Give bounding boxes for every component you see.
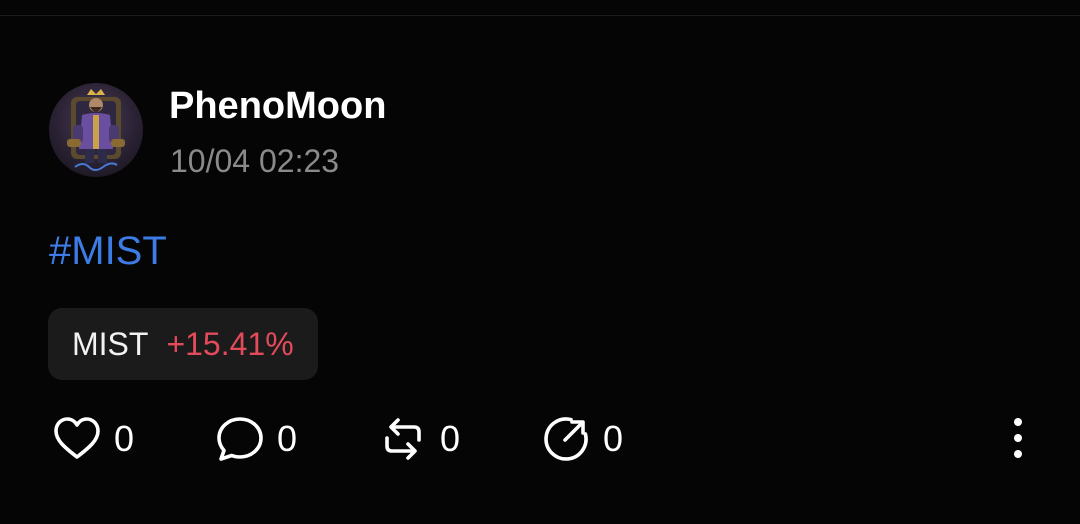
post-timestamp: 10/04 02:23	[170, 143, 340, 179]
more-options-button[interactable]	[1004, 414, 1032, 462]
like-count: 0	[114, 418, 135, 459]
repost-icon	[385, 418, 421, 460]
like-button[interactable]: 0	[52, 414, 134, 464]
heart-icon	[54, 417, 100, 459]
ticker-chip[interactable]: MIST +15.41%	[48, 308, 318, 380]
hashtag-link[interactable]: #MIST	[49, 228, 167, 274]
ticker-symbol: MIST	[72, 325, 149, 362]
comment-button[interactable]: 0	[215, 414, 297, 464]
ticker-change: +15.41%	[166, 325, 294, 362]
vertical-ellipsis-icon	[1014, 434, 1022, 442]
repost-count: 0	[440, 418, 461, 459]
author-username[interactable]: PhenoMoon	[169, 84, 386, 128]
vertical-ellipsis-icon	[1014, 418, 1022, 426]
share-count: 0	[603, 418, 624, 459]
avatar-king-icon	[67, 89, 125, 171]
post-card: PhenoMoon 10/04 02:23 #MIST MIST +15.41%…	[0, 0, 1080, 524]
vertical-ellipsis-icon	[1014, 450, 1022, 458]
share-arrow-icon	[544, 417, 588, 461]
avatar[interactable]	[49, 83, 143, 177]
comment-count: 0	[277, 418, 298, 459]
share-button[interactable]: 0	[541, 414, 623, 464]
comment-bubble-icon	[217, 417, 263, 461]
repost-button[interactable]: 0	[378, 414, 460, 464]
